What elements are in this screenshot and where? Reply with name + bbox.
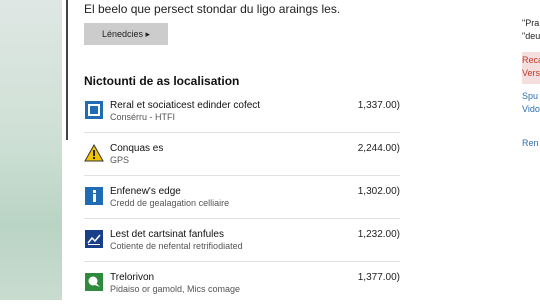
item-size: 1,377.00) bbox=[357, 272, 400, 283]
details-link[interactable]: Spu bbox=[522, 91, 538, 101]
item-size: 1,302.00) bbox=[357, 186, 400, 197]
chat-icon bbox=[84, 272, 104, 292]
details-line: "Pra bbox=[522, 18, 540, 28]
details-link[interactable]: Ren bbox=[522, 138, 539, 148]
item-subtitle: Credd de gealagation celliaire bbox=[110, 198, 230, 208]
item-size: 1,232.00) bbox=[357, 229, 400, 240]
download-button[interactable]: Lénedcies ▸ bbox=[84, 23, 168, 45]
details-panel: "Pra "deu Reca Vers Spu Vido Ren bbox=[522, 0, 540, 300]
background-edge bbox=[0, 0, 62, 300]
list-item[interactable]: Enfenew's edge Credd de gealagation cell… bbox=[84, 175, 400, 218]
list-item[interactable]: Conquas es GPS 2,244.00) bbox=[84, 132, 400, 175]
item-title: Conquas es bbox=[110, 143, 164, 154]
item-subtitle: GPS bbox=[110, 155, 130, 165]
item-size: 2,244.00) bbox=[357, 143, 400, 154]
scroll-indicator bbox=[66, 0, 68, 140]
item-title: Reral et sociaticest edinder cofect bbox=[110, 100, 261, 111]
alert-line: Reca bbox=[522, 55, 540, 65]
list-item[interactable]: Trelorivon Pidaiso or gamold, Mics comag… bbox=[84, 261, 400, 304]
item-subtitle: Pidaiso or gamold, Mics comage bbox=[110, 284, 241, 294]
info-icon bbox=[84, 186, 104, 206]
item-title: Trelorivon bbox=[110, 272, 155, 283]
details-line: "deu bbox=[522, 31, 540, 41]
item-size: 1,337.00) bbox=[357, 100, 400, 111]
alert-line: Vers bbox=[522, 68, 540, 78]
section-title: Nictounti de as localisation bbox=[84, 74, 240, 88]
list-item[interactable]: Lest det cartsinat fanfules Cotiente de … bbox=[84, 218, 400, 261]
map-list: Reral et sociaticest edinder cofect Cons… bbox=[84, 90, 400, 304]
store-icon bbox=[84, 100, 104, 120]
item-title: Enfenew's edge bbox=[110, 186, 181, 197]
item-title: Lest det cartsinat fanfules bbox=[110, 229, 224, 240]
warning-icon bbox=[84, 143, 104, 163]
details-link[interactable]: Vido bbox=[522, 104, 540, 114]
item-subtitle: Cotiente de nefental retrifiodiated bbox=[110, 241, 243, 251]
intro-text: El beelo que persect stondar du ligo ara… bbox=[84, 2, 341, 16]
map-icon bbox=[84, 229, 104, 249]
list-item[interactable]: Reral et sociaticest edinder cofect Cons… bbox=[84, 90, 400, 132]
item-subtitle: Consérru - HTFI bbox=[110, 112, 176, 122]
